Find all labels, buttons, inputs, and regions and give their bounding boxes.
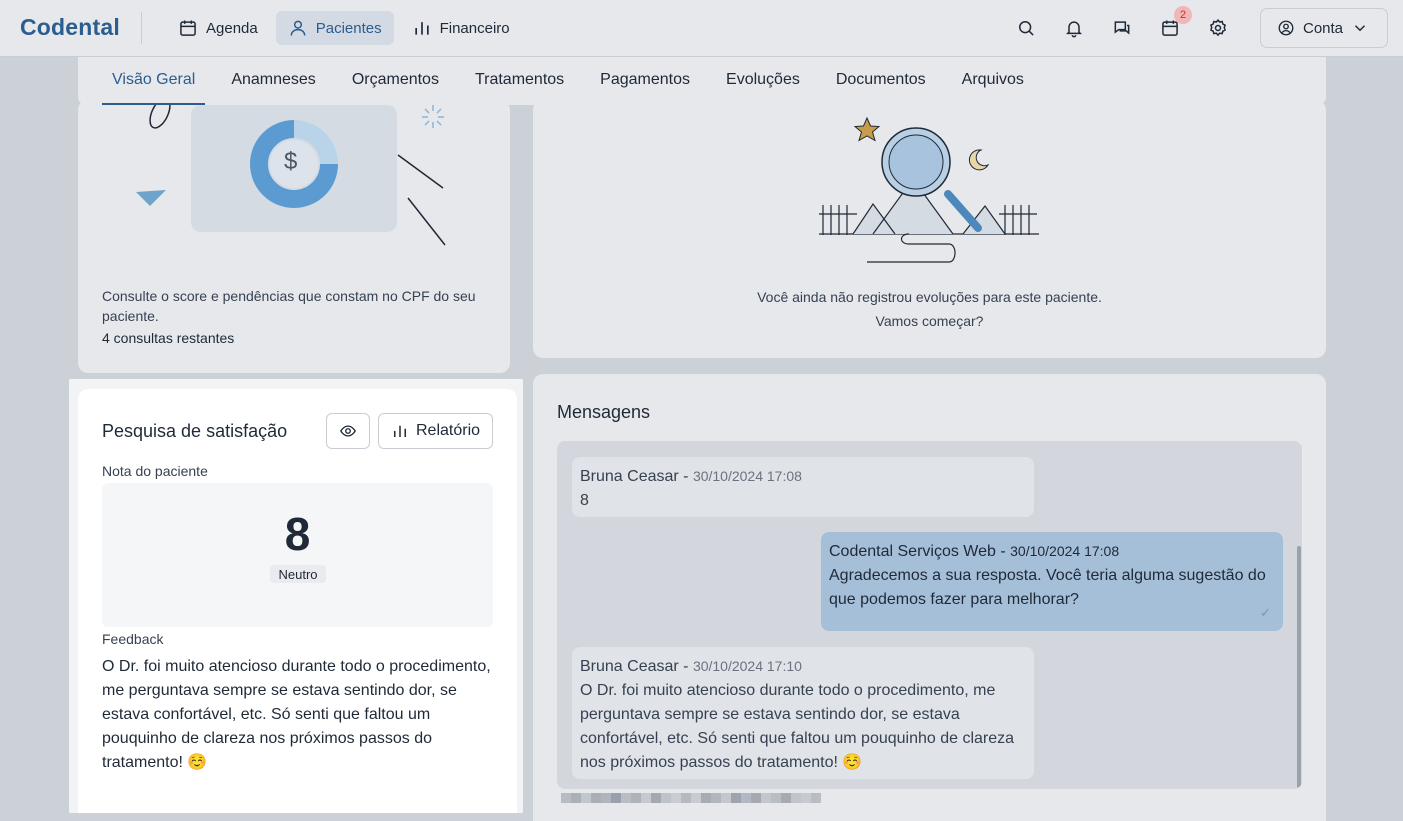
tab-anamneses[interactable]: Anamneses xyxy=(221,57,326,105)
message-time: 30/10/2024 17:08 xyxy=(1010,543,1120,559)
evolutions-card: Você ainda não registrou evoluções para … xyxy=(533,100,1326,358)
nav-agenda[interactable]: Agenda xyxy=(166,11,270,45)
message-time: 30/10/2024 17:10 xyxy=(692,658,802,674)
currency-symbol: $ xyxy=(284,148,298,175)
tab-orcamentos[interactable]: Orçamentos xyxy=(342,57,449,105)
logo-divider xyxy=(141,12,142,44)
account-menu[interactable]: Conta xyxy=(1260,8,1388,48)
message-bubble: Bruna Ceasar - 30/10/2024 17:10 O Dr. fo… xyxy=(572,647,1034,779)
chevron-down-icon xyxy=(1355,25,1366,32)
bar-chart-icon xyxy=(414,22,429,35)
report-button-label: Relatório xyxy=(415,422,481,439)
message-author: Codental Serviços Web xyxy=(829,543,996,560)
patient-tabs-bar: Visão Geral Anamneses Orçamentos Tratame… xyxy=(78,57,1326,105)
credit-description: Consulte o score e pendências que consta… xyxy=(102,288,476,324)
bell-icon xyxy=(1065,21,1083,38)
credit-illustration: $ xyxy=(191,105,397,232)
magnifier-illustration-icon xyxy=(819,116,1039,263)
credit-check-card: $ Consulte o score e pendências que cons… xyxy=(78,100,510,373)
patient-score: 8 xyxy=(284,508,311,560)
tab-arquivos[interactable]: Arquivos xyxy=(952,57,1034,105)
message-author: Bruna Ceasar xyxy=(580,658,679,675)
view-survey-button[interactable] xyxy=(326,413,370,449)
messages-thread[interactable]: Bruna Ceasar - 30/10/2024 17:08 8 Codent… xyxy=(557,441,1302,789)
message-bubble: Bruna Ceasar - 30/10/2024 17:08 8 xyxy=(572,457,1034,517)
codental-logo[interactable]: Codental xyxy=(20,14,120,41)
nav-financeiro[interactable]: Financeiro xyxy=(400,11,522,45)
score-label: Nota do paciente xyxy=(102,463,208,479)
calendar-icon xyxy=(180,20,196,36)
messages-title: Mensagens xyxy=(557,402,651,422)
main-nav: Agenda Pacientes Financeiro xyxy=(166,11,522,45)
notifications-button[interactable] xyxy=(1058,12,1090,44)
message-time: 30/10/2024 17:08 xyxy=(692,468,802,484)
calendar-badge: 2 xyxy=(1174,6,1192,24)
messages-scrollbar[interactable] xyxy=(1297,546,1301,788)
feedback-label: Feedback xyxy=(102,631,164,647)
message-bubble: Codental Serviços Web - 30/10/2024 17:08… xyxy=(821,532,1283,631)
pixelated-placeholder xyxy=(561,793,821,803)
patient-tabs: Visão Geral Anamneses Orçamentos Tratame… xyxy=(102,57,1050,105)
chat-button[interactable] xyxy=(1106,12,1138,44)
nav-pacientes[interactable]: Pacientes xyxy=(275,11,394,45)
credit-remaining: 4 consultas restantes xyxy=(102,330,235,346)
evolutions-empty-line1: Você ainda não registrou evoluções para … xyxy=(757,289,1102,305)
message-text: 8 xyxy=(580,492,589,509)
top-navigation-bar: Codental Agenda Pacientes Financeiro 2 C… xyxy=(0,0,1403,57)
settings-button[interactable] xyxy=(1202,12,1234,44)
satisfaction-survey-card: Pesquisa de satisfação Relatório Nota do… xyxy=(78,389,517,813)
account-label: Conta xyxy=(1303,19,1344,37)
messages-card: Mensagens Bruna Ceasar - 30/10/2024 17:0… xyxy=(533,374,1326,821)
user-icon xyxy=(290,20,306,36)
calendar-alerts-button[interactable]: 2 xyxy=(1154,6,1192,44)
user-circle-icon xyxy=(1278,20,1294,36)
eye-icon xyxy=(340,425,356,437)
nav-pacientes-label: Pacientes xyxy=(315,19,382,37)
report-button[interactable]: Relatório xyxy=(378,413,493,449)
message-text: O Dr. foi muito atencioso durante todo o… xyxy=(580,682,1015,771)
message-sent-check: ✓ xyxy=(1260,605,1271,620)
feedback-text: O Dr. foi muito atencioso durante todo o… xyxy=(102,658,491,771)
gear-icon xyxy=(1209,18,1227,37)
nav-financeiro-label: Financeiro xyxy=(439,19,510,37)
search-icon xyxy=(1019,21,1034,36)
message-text: Agradecemos a sua resposta. Você teria a… xyxy=(829,567,1266,608)
tab-pagamentos[interactable]: Pagamentos xyxy=(590,57,700,105)
search-button[interactable] xyxy=(1010,12,1042,44)
tab-evolucoes[interactable]: Evoluções xyxy=(716,57,810,105)
chat-icon xyxy=(1114,21,1130,35)
tab-documentos[interactable]: Documentos xyxy=(826,57,936,105)
score-category-badge: Neutro xyxy=(270,565,326,583)
header-actions: 2 xyxy=(1010,6,1234,44)
tab-visao-geral[interactable]: Visão Geral xyxy=(102,57,206,105)
tab-tratamentos[interactable]: Tratamentos xyxy=(465,57,574,105)
satisfaction-title: Pesquisa de satisfação xyxy=(102,421,288,441)
score-box: 8 Neutro xyxy=(102,483,493,627)
evolutions-empty-line2: Vamos começar? xyxy=(875,313,984,329)
nav-agenda-label: Agenda xyxy=(206,19,258,37)
message-author: Bruna Ceasar xyxy=(580,468,679,485)
bar-chart-icon xyxy=(393,425,406,437)
